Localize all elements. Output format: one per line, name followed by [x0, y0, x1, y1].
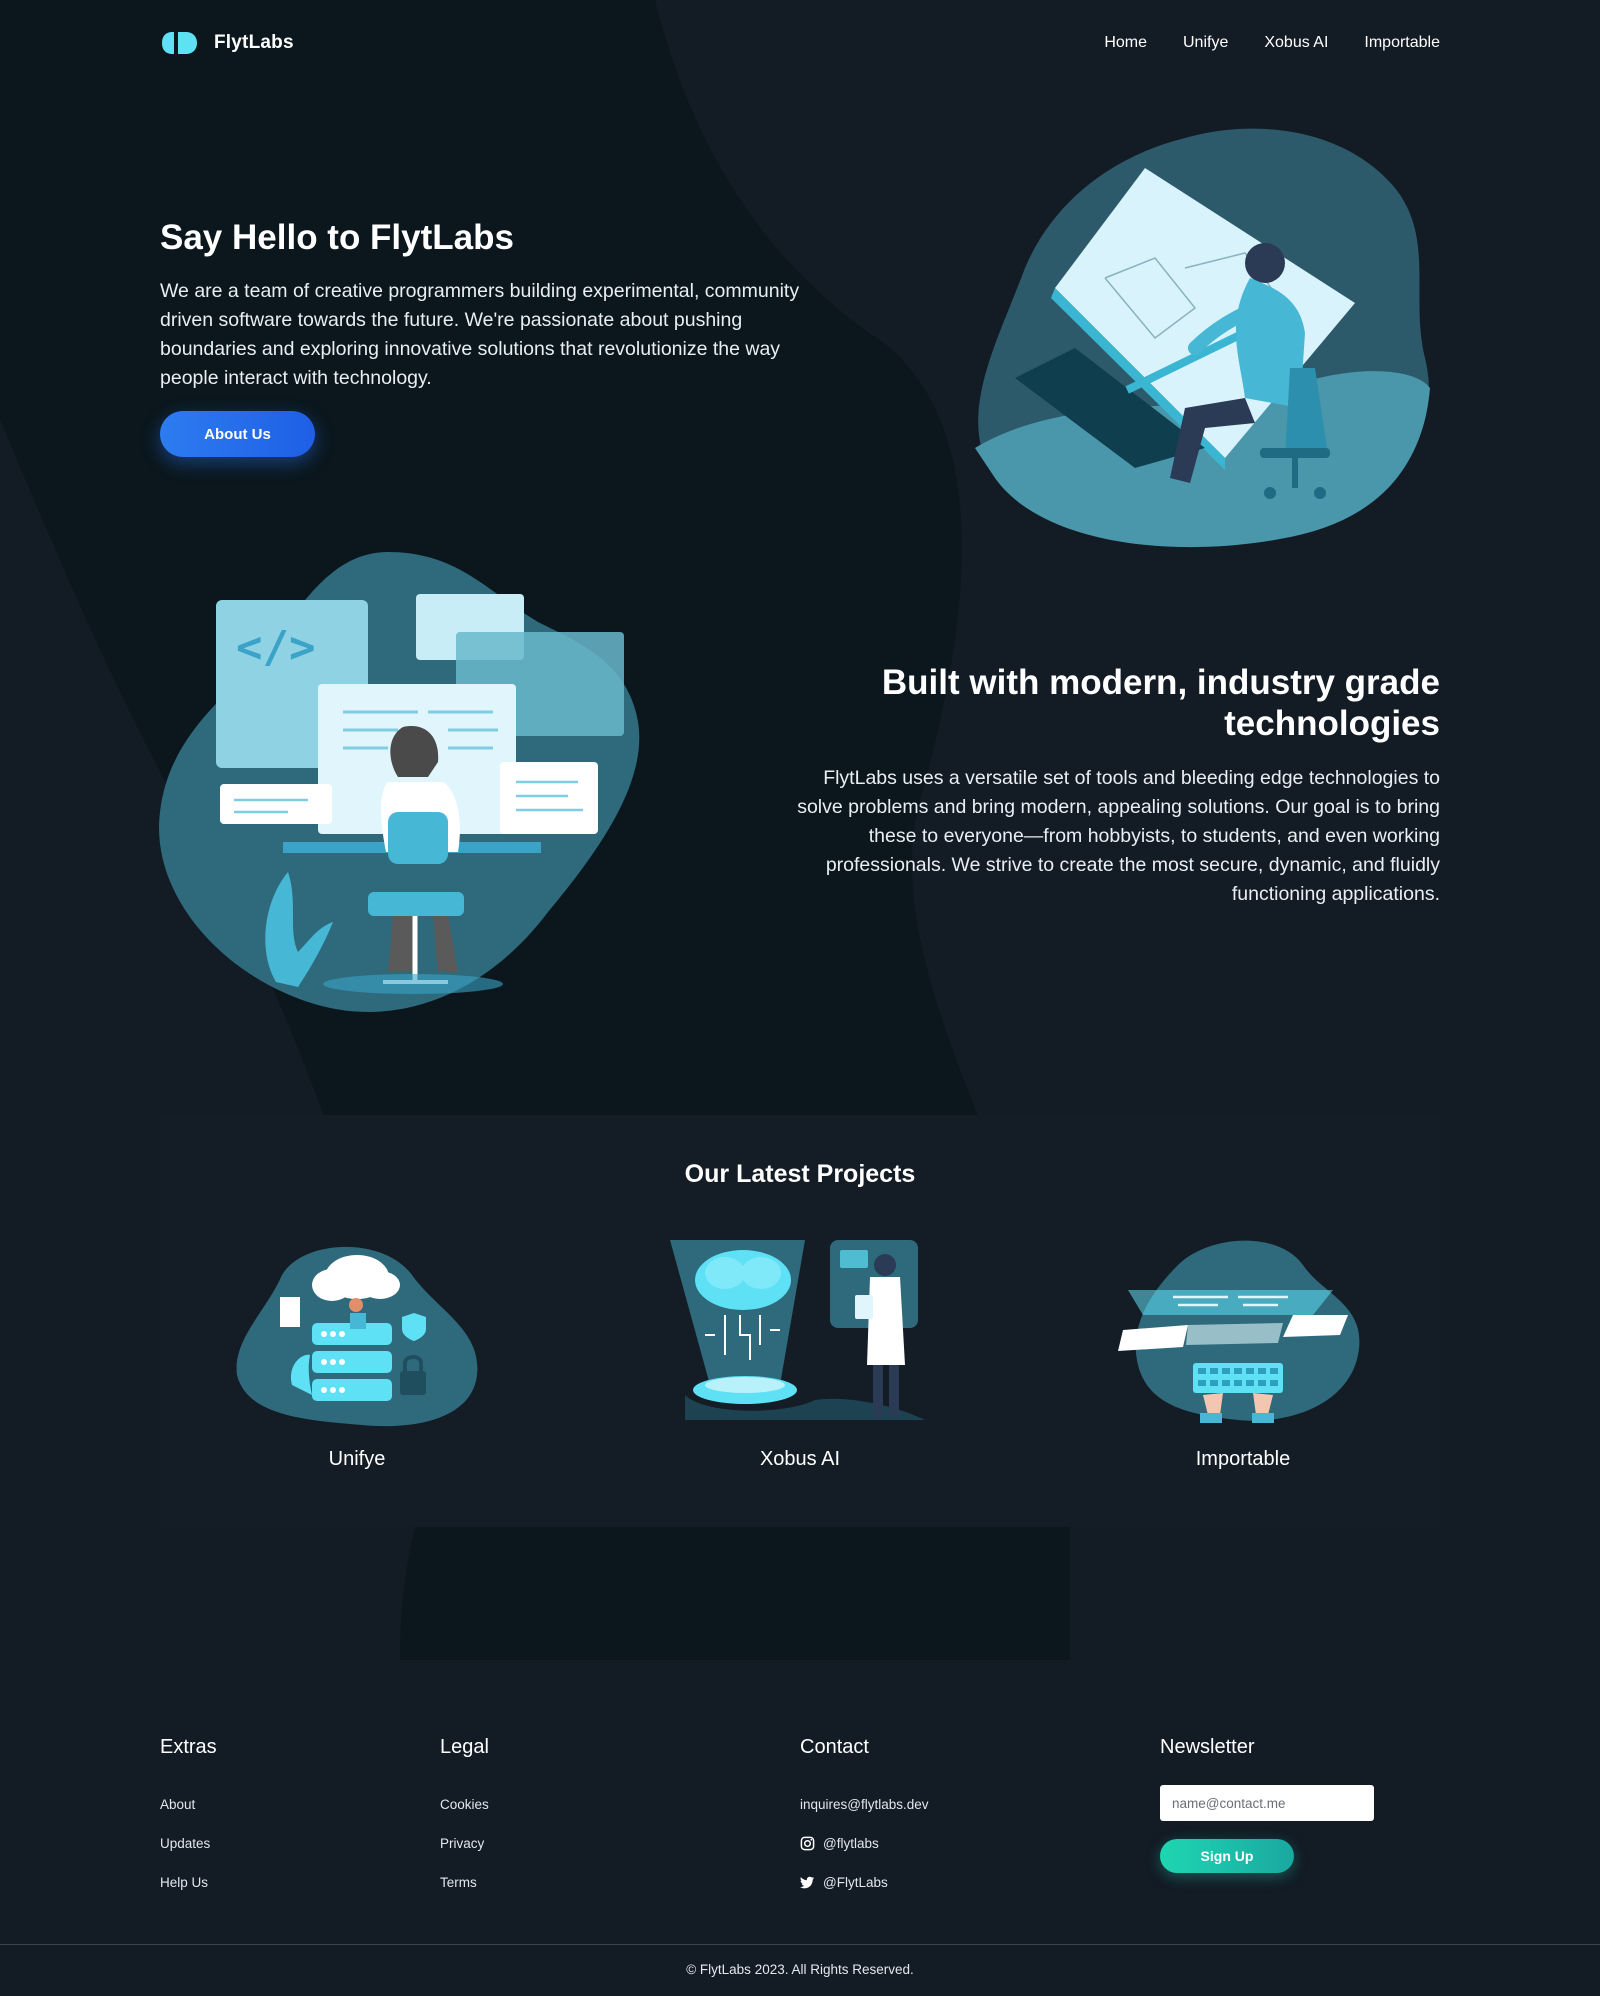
footer-heading-legal: Legal — [440, 1736, 489, 1758]
footer-link-privacy[interactable]: Privacy — [440, 1824, 489, 1863]
tech-title: Built with modern, industry grade techno… — [881, 663, 1440, 743]
brand-name: FlytLabs — [214, 32, 294, 53]
nav-unifye[interactable]: Unifye — [1183, 34, 1228, 52]
footer-legal: Legal Cookies Privacy Terms — [440, 1736, 489, 1902]
hero-text: We are a team of creative programmers bu… — [160, 280, 800, 389]
page: FlytLabs Home Unifye Xobus AI Importable… — [0, 0, 1600, 1996]
footer-link-terms[interactable]: Terms — [440, 1863, 489, 1902]
developer-at-screens-illustration: </> — [159, 552, 640, 1012]
contact-email-link[interactable]: inquires@flytlabs.dev — [800, 1785, 929, 1824]
copyright-text: © FlytLabs 2023. All Rights Reserved. — [686, 1962, 914, 1977]
project-card-xobus-ai[interactable]: Xobus AI — [660, 1235, 940, 1471]
footer-heading-extras: Extras — [160, 1736, 217, 1758]
twitter-icon — [800, 1876, 815, 1889]
newsletter-email-input[interactable] — [1160, 1785, 1374, 1821]
footer-heading-newsletter: Newsletter — [1160, 1736, 1255, 1758]
main-nav: Home Unifye Xobus AI Importable — [1104, 34, 1440, 52]
footer-link-help-us[interactable]: Help Us — [160, 1863, 217, 1902]
tech-text: FlytLabs uses a versatile set of tools a… — [797, 767, 1440, 905]
footer-heading-contact: Contact — [800, 1736, 869, 1758]
contact-twitter-link[interactable]: @FlytLabs — [800, 1863, 929, 1902]
contact-instagram-handle: @flytlabs — [823, 1836, 879, 1851]
designer-at-drafting-table-illustration — [975, 128, 1430, 548]
project-name-xobus-ai: Xobus AI — [759, 1448, 841, 1470]
brand-logo[interactable]: FlytLabs — [160, 30, 294, 56]
about-us-button[interactable]: About Us — [160, 411, 315, 457]
hero-title: Say Hello to FlytLabs — [160, 218, 514, 257]
footer-link-updates[interactable]: Updates — [160, 1824, 217, 1863]
footer-extras: Extras About Updates Help Us — [160, 1736, 217, 1902]
contact-instagram-link[interactable]: @flytlabs — [800, 1824, 929, 1863]
nav-home[interactable]: Home — [1104, 34, 1147, 52]
project-name-importable: Importable — [1195, 1448, 1291, 1470]
footer-contact: Contact inquires@flytlabs.dev @flytlabs … — [800, 1736, 929, 1902]
nav-importable[interactable]: Importable — [1364, 34, 1440, 52]
footer-divider — [0, 1944, 1600, 1945]
sign-up-button[interactable]: Sign Up — [1160, 1839, 1294, 1873]
footer-link-cookies[interactable]: Cookies — [440, 1785, 489, 1824]
projects-section: Our Latest Projects Unifye Xobus AI Impo… — [160, 1115, 1440, 1527]
svg-text:</>: </> — [236, 622, 315, 673]
project-card-unifye[interactable]: Unifye — [217, 1235, 497, 1471]
projects-title: Our Latest Projects — [684, 1160, 916, 1188]
ai-brain-scientist-illustration — [670, 1240, 925, 1420]
footer-newsletter: Newsletter Sign Up — [1160, 1736, 1374, 1873]
project-card-importable[interactable]: Importable — [1103, 1235, 1383, 1471]
flytlabs-logo-icon — [162, 32, 197, 54]
footer-link-about[interactable]: About — [160, 1785, 217, 1824]
nav-xobus-ai[interactable]: Xobus AI — [1264, 34, 1328, 52]
instagram-icon — [800, 1836, 815, 1851]
keyboard-code-illustration — [1118, 1240, 1360, 1423]
project-name-unifye: Unifye — [328, 1448, 386, 1470]
cloud-server-illustration — [236, 1246, 478, 1427]
contact-twitter-handle: @FlytLabs — [823, 1875, 888, 1890]
